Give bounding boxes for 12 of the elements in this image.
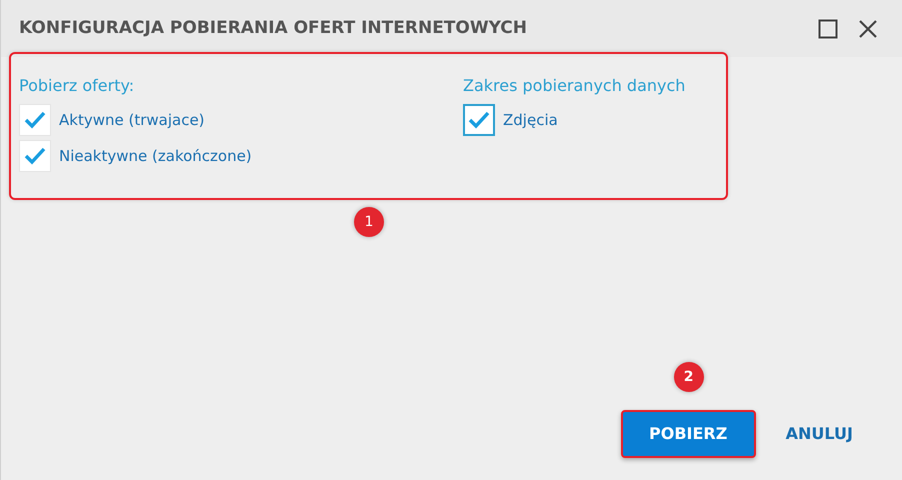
group-heading: Pobierz oferty: xyxy=(19,75,136,97)
callout-number: 1 xyxy=(354,207,384,237)
close-icon xyxy=(858,18,878,38)
cancel-button[interactable]: ANULUJ xyxy=(782,414,857,454)
window-title: KONFIGURACJA POBIERANIA OFERT INTERNETOWYCH xyxy=(19,16,528,40)
group-heading: Zakres pobieranych danych xyxy=(463,75,686,97)
checkbox[interactable] xyxy=(463,104,495,136)
callout-number: 2 xyxy=(674,362,704,392)
checkbox-label[interactable]: Nieaktywne (zakończone) xyxy=(59,144,252,168)
checkbox-label[interactable]: Zdjęcia xyxy=(503,108,558,132)
checkbox-label[interactable]: Aktywne (trwajace) xyxy=(59,108,205,132)
maximize-icon xyxy=(818,18,838,38)
